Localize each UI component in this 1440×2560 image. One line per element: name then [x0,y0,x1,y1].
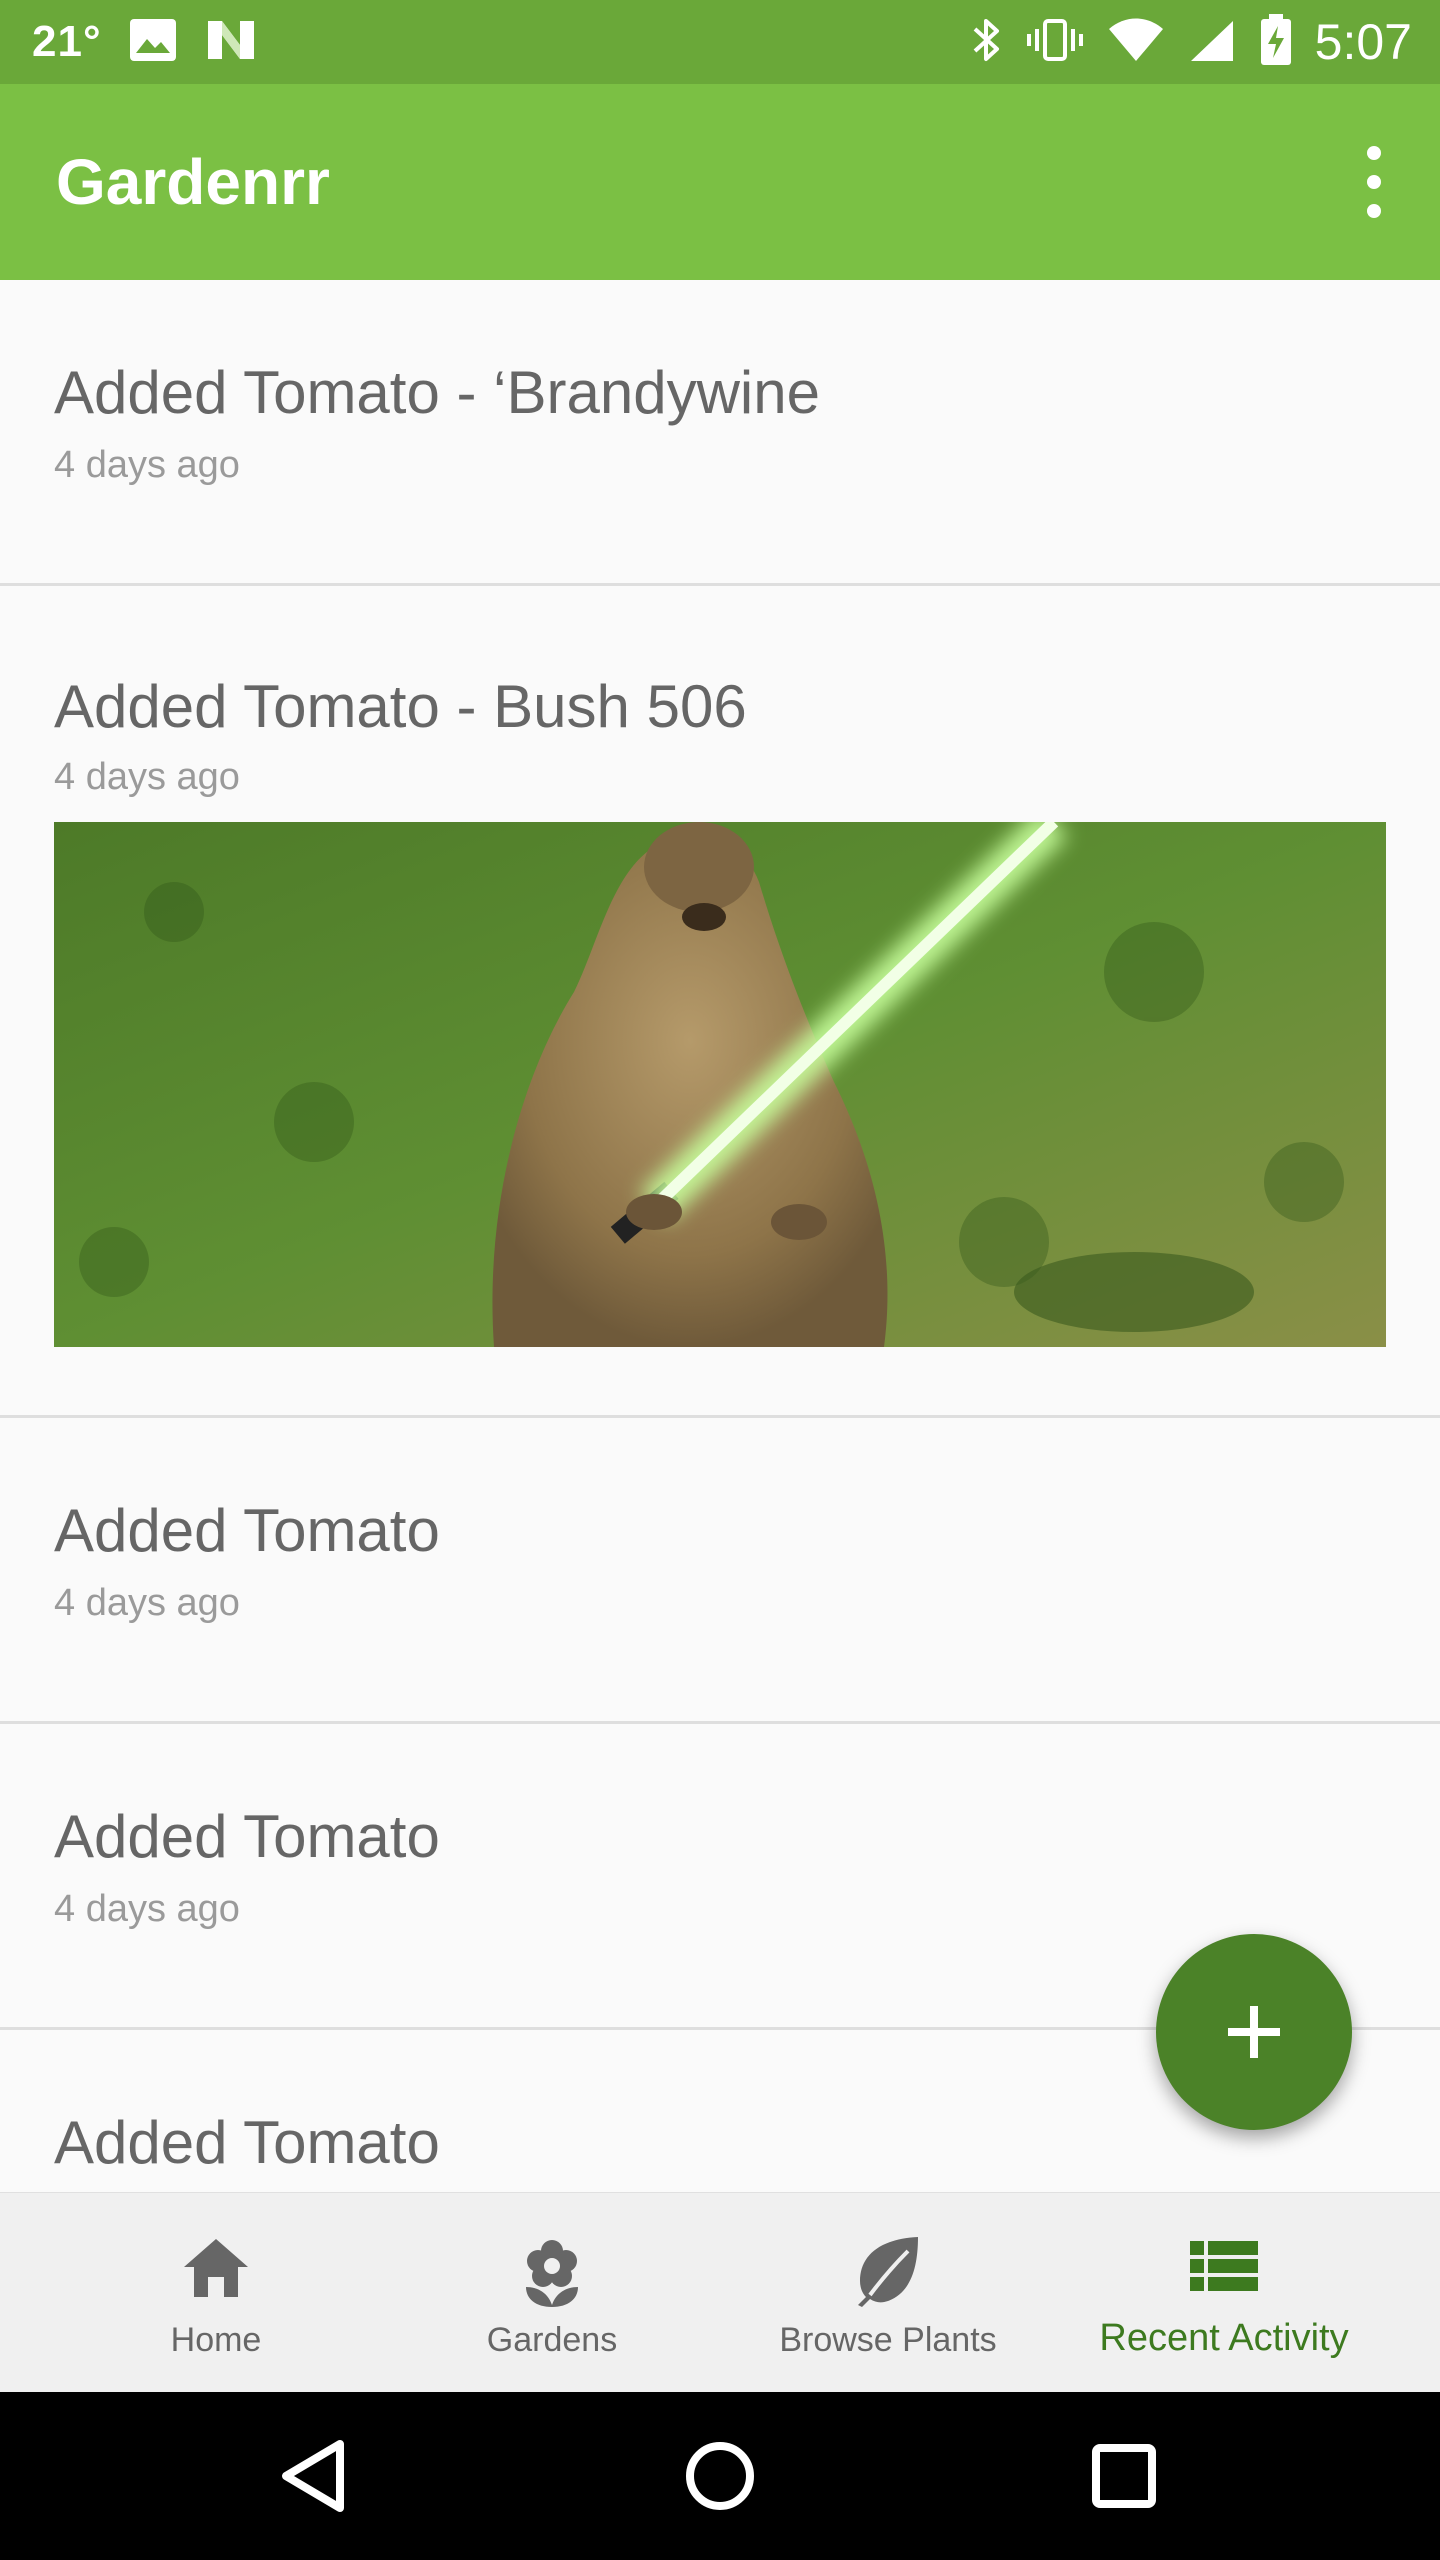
wifi-icon [1107,17,1165,68]
system-navigation-bar [0,2392,1440,2560]
app-bar: Gardenrr [0,84,1440,280]
nav-browse-plants[interactable]: Browse Plants [738,2193,1038,2393]
list-icon [1190,2241,1258,2291]
add-button[interactable] [1156,1934,1352,2130]
list-item[interactable]: Added Tomato - Bush 506 4 days ago [0,586,1440,1418]
recent-activity-feed[interactable]: Added Tomato - ‘Brandywine 4 days ago Ad… [0,280,1440,2192]
nav-home[interactable]: Home [66,2193,366,2393]
list-item[interactable]: Added Tomato 4 days ago [0,1418,1440,1724]
item-title: Added Tomato [54,1497,440,1564]
item-title: Added Tomato - Bush 506 [54,673,747,740]
app-title: Gardenrr [56,146,330,218]
list-item[interactable]: Added Tomato - ‘Brandywine 4 days ago [0,280,1440,586]
item-time: 4 days ago [54,444,240,486]
item-time: 4 days ago [54,756,240,798]
nav-label: Browse Plants [779,2321,997,2359]
plus-icon [1228,2006,1280,2058]
nav-label: Recent Activity [1099,2317,1349,2359]
clock: 5:07 [1314,14,1412,70]
groundhog-with-lightsaber-photo[interactable] [54,822,1386,1347]
home-icon [184,2239,248,2297]
signal-icon [1187,17,1237,68]
nav-label: Home [170,2321,262,2359]
item-title: Added Tomato - ‘Brandywine [54,359,820,426]
nav-gardens[interactable]: Gardens [402,2193,702,2393]
item-time: 4 days ago [54,1582,240,1624]
image-icon [128,17,178,68]
item-time: 4 days ago [54,1888,240,1930]
battery-charging-icon [1259,13,1293,71]
bluetooth-icon [969,15,1003,70]
vibrate-icon [1025,15,1085,70]
item-title: Added Tomato [54,2109,440,2176]
nav-recent-activity[interactable]: Recent Activity [1074,2193,1374,2393]
status-bar: 21° 5:07 [0,0,1440,84]
more-vert-icon[interactable] [1344,146,1404,218]
n-app-icon [204,17,258,68]
back-icon[interactable] [266,2426,366,2526]
recents-icon[interactable] [1074,2426,1174,2526]
leaf-icon [858,2237,918,2307]
flower-icon [526,2240,578,2307]
item-title: Added Tomato [54,1803,440,1870]
temperature: 21° [32,17,102,66]
bottom-navigation: Home Gardens Browse Plants Recent Activi… [0,2192,1440,2393]
home-circle-icon[interactable] [670,2426,770,2526]
nav-label: Gardens [486,2321,618,2359]
